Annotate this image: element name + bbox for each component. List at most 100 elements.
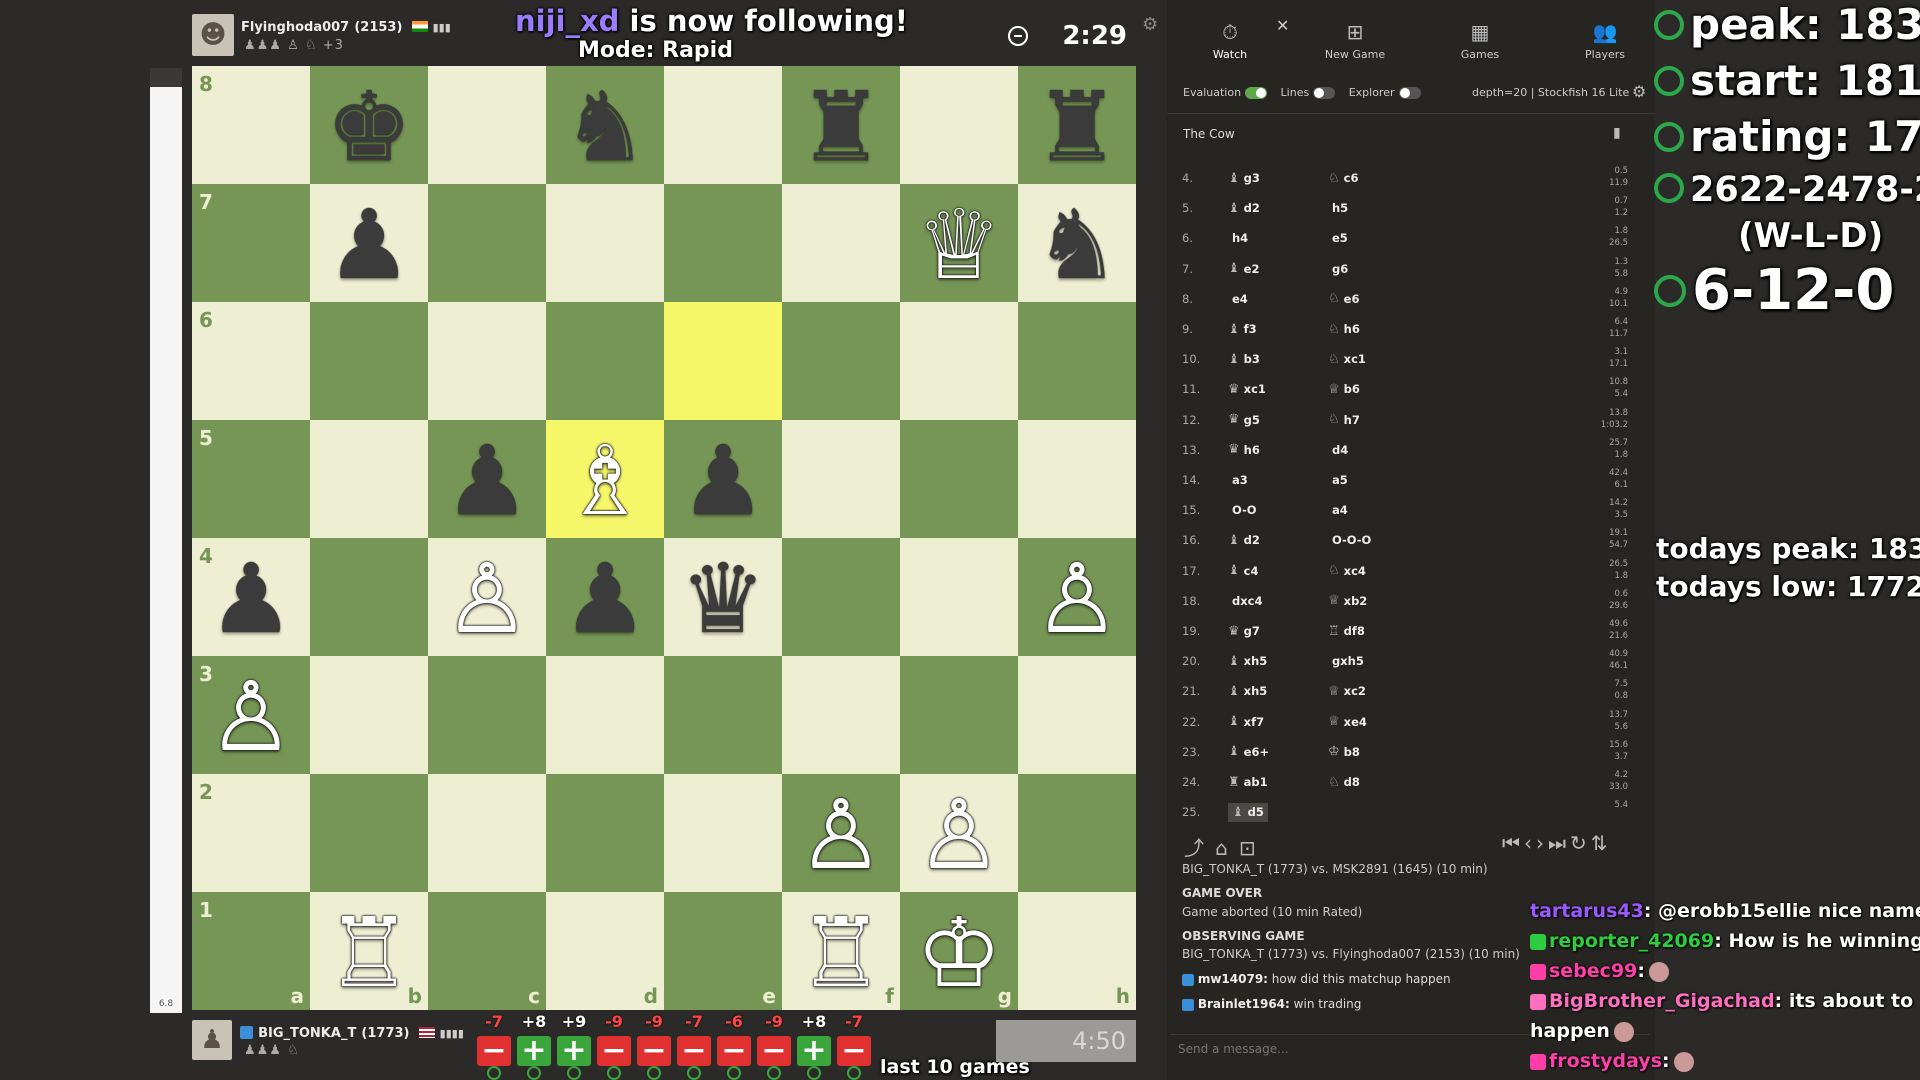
square-c3[interactable] xyxy=(428,656,546,774)
black-move[interactable]: ♕ xb2 xyxy=(1328,593,1428,608)
first-move-icon[interactable]: ⏮ xyxy=(1502,831,1524,855)
white-move[interactable]: ♝ f3 xyxy=(1228,322,1328,337)
share-icon[interactable]: ⤴ xyxy=(1184,836,1204,860)
square-d5[interactable]: ♗ xyxy=(546,420,664,538)
black-move[interactable]: ♘ xc4 xyxy=(1328,563,1428,578)
square-d8[interactable]: ♞ xyxy=(546,66,664,184)
square-f1[interactable]: f ♖ xyxy=(782,892,900,1010)
white-move[interactable]: ♜ ab1 xyxy=(1228,775,1328,790)
square-e4[interactable]: ♛ xyxy=(664,538,782,656)
piece-h4[interactable]: ♙ xyxy=(1034,551,1120,647)
square-g4[interactable] xyxy=(900,538,1018,656)
piece-d4[interactable]: ♟ xyxy=(562,551,648,647)
square-g2[interactable]: ♙ xyxy=(900,774,1018,892)
white-move[interactable]: ♝ xf7 xyxy=(1228,714,1328,729)
square-h2[interactable] xyxy=(1018,774,1136,892)
square-c1[interactable]: c xyxy=(428,892,546,1010)
black-move[interactable]: h5 xyxy=(1328,201,1428,215)
tab-watch[interactable]: ⏱ Watch xyxy=(1190,20,1270,61)
expand-icon[interactable]: ⊡ xyxy=(1239,836,1256,860)
piece-b1[interactable]: ♖ xyxy=(326,905,412,1001)
engine-settings-gear-icon[interactable]: ⚙ xyxy=(1632,82,1646,101)
square-f7[interactable] xyxy=(782,184,900,302)
square-g7[interactable]: ♕ xyxy=(900,184,1018,302)
square-g5[interactable] xyxy=(900,420,1018,538)
square-g8[interactable] xyxy=(900,66,1018,184)
square-c7[interactable] xyxy=(428,184,546,302)
square-b4[interactable] xyxy=(310,538,428,656)
square-a6[interactable]: 6 xyxy=(192,302,310,420)
square-h4[interactable]: ♙ xyxy=(1018,538,1136,656)
square-d6[interactable] xyxy=(546,302,664,420)
square-e7[interactable] xyxy=(664,184,782,302)
piece-d5[interactable]: ♗ xyxy=(562,433,648,529)
square-e2[interactable] xyxy=(664,774,782,892)
square-g3[interactable] xyxy=(900,656,1018,774)
piece-g2[interactable]: ♙ xyxy=(916,787,1002,883)
square-b1[interactable]: b ♖ xyxy=(310,892,428,1010)
square-e5[interactable]: ♟ xyxy=(664,420,782,538)
black-move[interactable]: a4 xyxy=(1328,503,1428,517)
square-f5[interactable] xyxy=(782,420,900,538)
black-move[interactable]: ♕ b6 xyxy=(1328,382,1428,397)
square-b7[interactable]: ♟ xyxy=(310,184,428,302)
black-move[interactable]: ♘ h7 xyxy=(1328,412,1428,427)
square-c2[interactable] xyxy=(428,774,546,892)
square-e1[interactable]: e xyxy=(664,892,782,1010)
square-h6[interactable] xyxy=(1018,302,1136,420)
tab-games[interactable]: ▦ Games xyxy=(1440,20,1520,61)
square-b3[interactable] xyxy=(310,656,428,774)
piece-h7[interactable]: ♞ xyxy=(1034,197,1120,293)
square-f4[interactable] xyxy=(782,538,900,656)
tab-new-game[interactable]: ⊞ New Game xyxy=(1315,20,1395,61)
piece-g7[interactable]: ♕ xyxy=(916,197,1002,293)
square-h5[interactable] xyxy=(1018,420,1136,538)
piece-h8[interactable]: ♜ xyxy=(1034,79,1120,175)
piece-a4[interactable]: ♟ xyxy=(208,551,294,647)
black-move[interactable]: ♕ xc2 xyxy=(1328,684,1428,699)
close-icon[interactable]: ✕ xyxy=(1276,16,1289,35)
piece-b7[interactable]: ♟ xyxy=(326,197,412,293)
square-a2[interactable]: 2 xyxy=(192,774,310,892)
white-move[interactable]: ♝ b3 xyxy=(1228,352,1328,367)
square-b2[interactable] xyxy=(310,774,428,892)
black-move[interactable]: ♘ d8 xyxy=(1328,775,1428,790)
chess-board[interactable]: 8 ♚ ♞ ♜ ♜ 7 ♟ ♕ ♞ 6 5 ♟ ♗ ♟ 4 ♟ ♙ ♟ ♛ ♙ 3 ♙ 2 ♙ ♙ 1 a b ♖ c d e f ♖ g ♔ h xyxy=(192,66,1136,1010)
white-move[interactable]: ♝ d2 xyxy=(1228,533,1328,548)
black-move[interactable]: ♖ df8 xyxy=(1328,624,1428,639)
black-move[interactable]: ♕ xe4 xyxy=(1328,714,1428,729)
white-move[interactable]: a3 xyxy=(1228,473,1328,487)
black-move[interactable]: e5 xyxy=(1328,231,1428,245)
square-e8[interactable] xyxy=(664,66,782,184)
black-move[interactable]: g6 xyxy=(1328,262,1428,276)
square-d1[interactable]: d xyxy=(546,892,664,1010)
square-a3[interactable]: 3 ♙ xyxy=(192,656,310,774)
square-d7[interactable] xyxy=(546,184,664,302)
square-g6[interactable] xyxy=(900,302,1018,420)
white-move[interactable]: ♛ g5 xyxy=(1228,412,1328,427)
square-e6[interactable] xyxy=(664,302,782,420)
square-a5[interactable]: 5 xyxy=(192,420,310,538)
square-h7[interactable]: ♞ xyxy=(1018,184,1136,302)
square-c5[interactable]: ♟ xyxy=(428,420,546,538)
square-h1[interactable]: h xyxy=(1018,892,1136,1010)
black-move[interactable]: ♘ h6 xyxy=(1328,322,1428,337)
white-move[interactable]: ♝ c4 xyxy=(1228,563,1328,578)
piece-g1[interactable]: ♔ xyxy=(916,905,1002,1001)
white-move[interactable]: ♝ xh5 xyxy=(1228,654,1328,669)
square-a8[interactable]: 8 xyxy=(192,66,310,184)
last-move-icon[interactable]: ⏭ xyxy=(1548,831,1570,855)
top-player-name[interactable]: Flyinghoda007 xyxy=(241,20,349,35)
white-move[interactable]: ♝ g3 xyxy=(1228,171,1328,186)
square-d4[interactable]: ♟ xyxy=(546,538,664,656)
square-a4[interactable]: 4 ♟ xyxy=(192,538,310,656)
square-c8[interactable] xyxy=(428,66,546,184)
white-move[interactable]: dxc4 xyxy=(1228,594,1328,608)
square-a1[interactable]: 1a xyxy=(192,892,310,1010)
square-b6[interactable] xyxy=(310,302,428,420)
chat-user[interactable]: mw14079: xyxy=(1198,972,1268,986)
square-c4[interactable]: ♙ xyxy=(428,538,546,656)
square-e3[interactable] xyxy=(664,656,782,774)
white-move[interactable]: ♛ h6 xyxy=(1228,442,1328,457)
tab-players[interactable]: 👥 Players xyxy=(1565,20,1645,61)
